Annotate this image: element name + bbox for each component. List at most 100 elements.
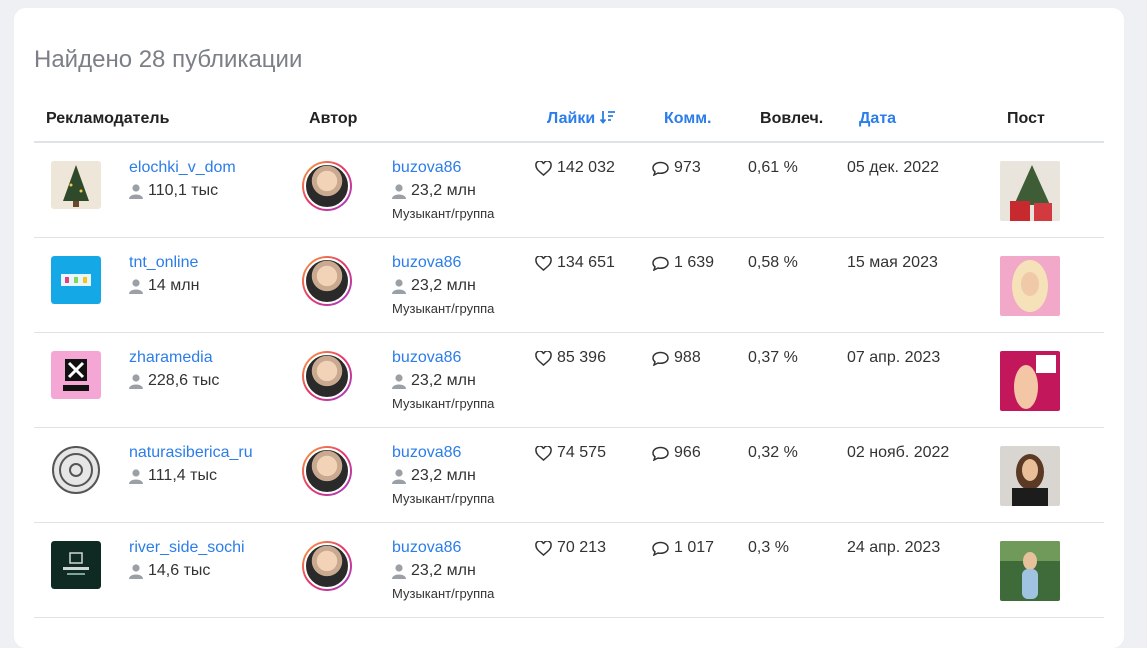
post-thumbnail[interactable] — [1000, 161, 1061, 221]
author-link[interactable]: buzova86 — [392, 159, 535, 177]
author-followers: 23,2 млн — [392, 277, 535, 295]
post-thumbnail[interactable] — [1000, 541, 1061, 601]
advertiser-link[interactable]: zharamedia — [129, 349, 297, 367]
engagement-value: 0,32 % — [748, 444, 798, 461]
user-icon — [392, 468, 407, 484]
author-category: Музыкант/группа — [392, 586, 495, 601]
advertiser-followers-value: 228,6 тыс — [148, 372, 220, 389]
author-avatar[interactable] — [302, 256, 353, 306]
publications-table: Рекламодатель Автор Лайки Комм. Вовлеч. … — [34, 96, 1105, 618]
comment-icon — [652, 541, 669, 556]
table-row: river_side_sochi 14,6 тыс buzova86 23,2 … — [34, 522, 1105, 618]
likes-count: 85 396 — [535, 349, 652, 367]
advertiser-link[interactable]: tnt_online — [129, 254, 297, 272]
results-count-heading: Найдено 28 публикации — [34, 46, 303, 73]
user-icon — [392, 278, 407, 294]
comments-value: 1 639 — [674, 254, 715, 271]
comment-icon — [652, 446, 669, 461]
advertiser-followers-value: 110,1 тыс — [148, 182, 219, 199]
author-followers-value: 23,2 млн — [411, 182, 476, 199]
author-category: Музыкант/группа — [392, 206, 495, 221]
date-value: 15 мая 2023 — [847, 254, 938, 271]
header-likes[interactable]: Лайки — [535, 96, 653, 143]
header-post: Пост — [995, 96, 1105, 143]
advertiser-followers: 14 млн — [129, 277, 297, 295]
date-value: 07 апр. 2023 — [847, 349, 941, 366]
author-followers: 23,2 млн — [392, 562, 535, 580]
author-link[interactable]: buzova86 — [392, 444, 535, 462]
date-value: 02 нояб. 2022 — [847, 444, 950, 461]
header-date[interactable]: Дата — [847, 96, 996, 143]
comment-icon — [652, 161, 669, 176]
comments-count: 966 — [652, 444, 748, 462]
header-likes-label[interactable]: Лайки — [547, 110, 595, 127]
comments-value: 966 — [674, 444, 701, 461]
advertiser-avatar[interactable] — [51, 541, 101, 589]
author-category: Музыкант/группа — [392, 491, 495, 506]
user-icon — [392, 183, 407, 199]
user-icon — [129, 373, 143, 389]
advertiser-avatar[interactable] — [51, 446, 101, 494]
heart-icon — [535, 160, 552, 176]
author-link[interactable]: buzova86 — [392, 349, 535, 367]
comments-value: 973 — [674, 159, 701, 176]
comment-icon — [652, 351, 669, 366]
likes-value: 85 396 — [557, 349, 606, 366]
advertiser-followers-value: 14 млн — [148, 277, 200, 294]
author-avatar[interactable] — [302, 446, 353, 496]
header-advertiser: Рекламодатель — [34, 96, 298, 143]
author-followers-value: 23,2 млн — [411, 562, 476, 579]
user-icon — [129, 183, 143, 199]
comments-count: 1 017 — [652, 539, 748, 557]
user-icon — [392, 563, 407, 579]
likes-count: 142 032 — [535, 159, 652, 177]
author-link[interactable]: buzova86 — [392, 539, 535, 557]
author-avatar[interactable] — [302, 541, 353, 591]
advertiser-followers-value: 111,4 тыс — [148, 467, 217, 484]
post-thumbnail[interactable] — [1000, 446, 1061, 506]
comments-count: 988 — [652, 349, 748, 367]
author-avatar[interactable] — [302, 351, 353, 401]
author-category: Музыкант/группа — [392, 301, 495, 316]
table-row: naturasiberica_ru 111,4 тыс buzova86 23,… — [34, 427, 1105, 523]
advertiser-link[interactable]: elochki_v_dom — [129, 159, 297, 177]
heart-icon — [535, 540, 552, 556]
heart-icon — [535, 255, 552, 271]
likes-value: 134 651 — [557, 254, 615, 271]
comments-count: 973 — [652, 159, 748, 177]
likes-count: 134 651 — [535, 254, 652, 272]
engagement-value: 0,37 % — [748, 349, 798, 366]
advertiser-followers-value: 14,6 тыс — [148, 562, 211, 579]
engagement-value: 0,3 % — [748, 539, 789, 556]
advertiser-link[interactable]: naturasiberica_ru — [129, 444, 297, 462]
likes-count: 70 213 — [535, 539, 652, 557]
advertiser-avatar[interactable] — [51, 161, 101, 209]
header-comments[interactable]: Комм. — [652, 96, 749, 143]
advertiser-avatar[interactable] — [51, 351, 101, 399]
comment-icon — [652, 256, 669, 271]
author-avatar[interactable] — [302, 161, 353, 211]
author-followers: 23,2 млн — [392, 467, 535, 485]
advertiser-followers: 228,6 тыс — [129, 372, 297, 390]
likes-value: 74 575 — [557, 444, 606, 461]
post-thumbnail[interactable] — [1000, 256, 1061, 316]
advertiser-followers: 110,1 тыс — [129, 182, 297, 200]
heart-icon — [535, 350, 552, 366]
sort-descending-icon[interactable] — [599, 110, 616, 124]
user-icon — [129, 563, 143, 579]
advertiser-link[interactable]: river_side_sochi — [129, 539, 297, 557]
engagement-value: 0,61 % — [748, 159, 798, 176]
likes-count: 74 575 — [535, 444, 652, 462]
author-link[interactable]: buzova86 — [392, 254, 535, 272]
header-author: Автор — [297, 96, 536, 143]
likes-value: 142 032 — [557, 159, 615, 176]
table-header-row: Рекламодатель Автор Лайки Комм. Вовлеч. … — [34, 96, 1105, 143]
author-followers-value: 23,2 млн — [411, 372, 476, 389]
date-value: 24 апр. 2023 — [847, 539, 941, 556]
date-value: 05 дек. 2022 — [847, 159, 939, 176]
comments-value: 1 017 — [674, 539, 715, 556]
post-thumbnail[interactable] — [1000, 351, 1061, 411]
table-row: zharamedia 228,6 тыс buzova86 23,2 млн М… — [34, 332, 1105, 428]
advertiser-avatar[interactable] — [51, 256, 101, 304]
advertiser-followers: 111,4 тыс — [129, 467, 297, 485]
